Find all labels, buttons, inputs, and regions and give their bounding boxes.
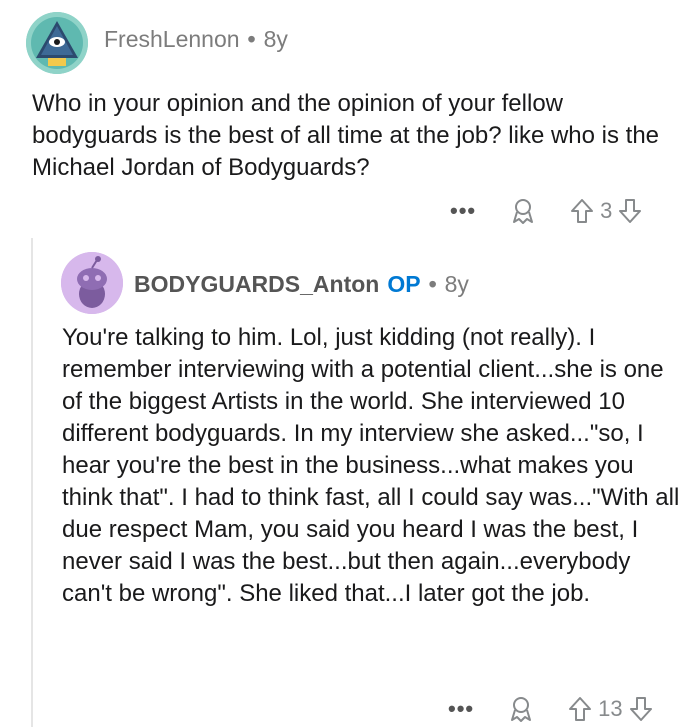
vote-score: 3 <box>600 198 613 223</box>
more-options-button[interactable]: ••• <box>448 696 474 722</box>
separator-dot: • <box>428 271 437 297</box>
username[interactable]: FreshLennon <box>104 26 240 52</box>
vote-control: 13 <box>568 696 652 722</box>
award-icon[interactable] <box>506 694 536 724</box>
upvote-arrow-icon[interactable] <box>570 198 594 224</box>
separator-dot: • <box>247 26 256 52</box>
comment-body: Who in your opinion and the opinion of y… <box>32 90 660 181</box>
snoo-avatar-icon[interactable] <box>61 252 123 314</box>
op-badge: OP <box>387 271 421 297</box>
more-options-button[interactable]: ••• <box>450 198 476 224</box>
pyramid-eye-avatar-icon[interactable] <box>26 12 88 74</box>
username[interactable]: BODYGUARDS_Anton <box>134 271 379 297</box>
award-icon[interactable] <box>508 196 538 226</box>
upvote-arrow-icon[interactable] <box>568 696 592 722</box>
comment-age[interactable]: 8y <box>445 271 469 297</box>
reply-body: You're talking to him. Lol, just kidding… <box>62 324 680 607</box>
vote-score: 13 <box>598 696 623 721</box>
comment-age[interactable]: 8y <box>264 26 288 52</box>
downvote-arrow-icon[interactable] <box>629 696 653 722</box>
thread-line[interactable] <box>31 238 33 727</box>
reply-actions: ••• 13 <box>448 694 653 724</box>
comment-meta: FreshLennon • 8y <box>104 26 288 53</box>
vote-control: 3 <box>570 198 642 224</box>
comment-actions: ••• 3 <box>450 196 642 226</box>
reply-meta: BODYGUARDS_Anton OP • 8y <box>134 271 469 298</box>
downvote-arrow-icon[interactable] <box>618 198 642 224</box>
